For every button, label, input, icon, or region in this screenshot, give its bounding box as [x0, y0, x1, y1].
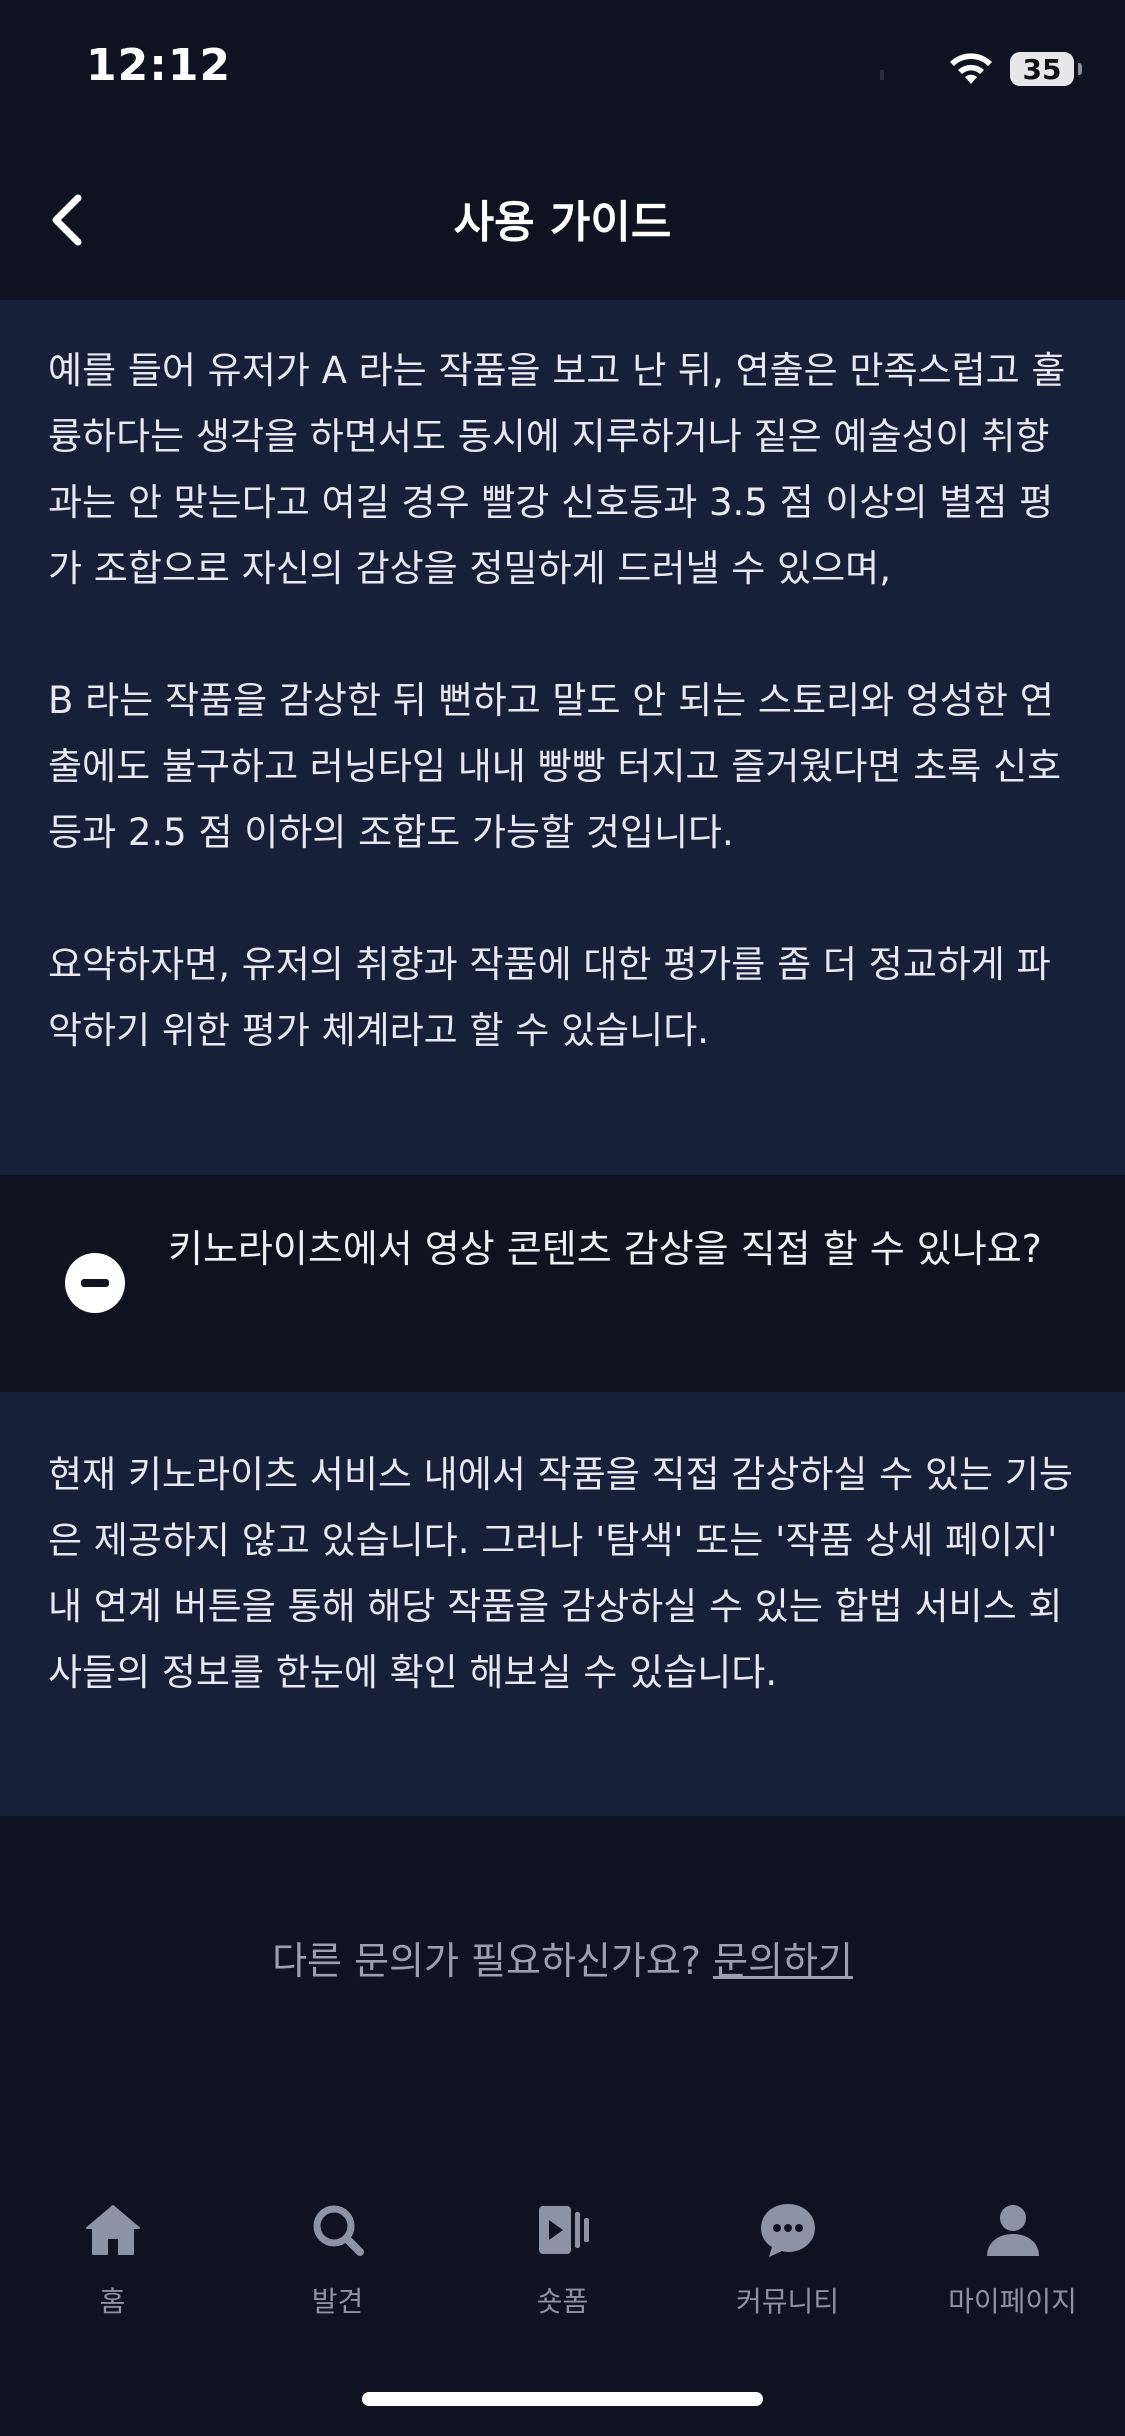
status-time: 12:12 — [86, 40, 232, 91]
shortform-icon — [538, 2206, 589, 2254]
battery-icon: 35 — [1010, 52, 1082, 86]
status-bar: 12:12 35 — [0, 0, 1125, 140]
inquiry-line: 다른 문의가 필요하신가요? 문의하기 — [0, 1930, 1125, 1985]
faq-question-row[interactable] — [0, 1176, 1125, 1392]
tab-label: 커뮤니티 — [735, 2285, 840, 2318]
faq-answer-panel: 예를 들어 유저가 A 라는 작품을 보고 난 뒤, 연출은 만족스럽고 훌륭하… — [0, 300, 1125, 1175]
home-icon — [85, 2205, 140, 2255]
tab-label: 홈 — [99, 2285, 126, 2318]
tab-home[interactable]: 홈 — [0, 2180, 225, 2320]
inquiry-link[interactable]: 문의하기 — [713, 1939, 853, 1983]
tab-label: 발견 — [311, 2285, 364, 2318]
collapse-icon[interactable] — [64, 1252, 126, 1314]
tab-label: 숏폼 — [536, 2285, 589, 2318]
faq-answer-panel: 현재 키노라이츠 서비스 내에서 작품을 직접 감상하실 수 있는 기능은 제공… — [0, 1392, 1125, 1816]
nav-header: 사용 가이드 — [0, 140, 1125, 300]
tab-mypage[interactable]: 마이페이지 — [900, 2180, 1125, 2320]
tab-bar: 홈 발견 숏폼 커뮤니티 마이페이지 — [0, 2180, 1125, 2320]
tab-discover[interactable]: 발견 — [225, 2180, 450, 2320]
tab-label: 마이페이지 — [948, 2285, 1077, 2318]
inquiry-prompt: 다른 문의가 필요하신가요? — [272, 1939, 701, 1983]
tab-community[interactable]: 커뮤니티 — [675, 2180, 900, 2320]
person-icon — [986, 2205, 1039, 2256]
search-icon — [313, 2205, 364, 2256]
answer-paragraph: 예를 들어 유저가 A 라는 작품을 보고 난 뒤, 연출은 만족스럽고 훌륭하… — [48, 349, 1066, 590]
page-title: 사용 가이드 — [453, 197, 672, 248]
wifi-icon — [950, 53, 992, 84]
answer-paragraph: B 라는 작품을 감상한 뒤 뻔하고 말도 안 되는 스토리와 엉성한 연출에도… — [48, 679, 1062, 854]
answer-paragraph: 요약하자면, 유저의 취향과 작품에 대한 평가를 좀 더 정교하게 파악하기 … — [48, 943, 1051, 1052]
tab-shortform[interactable]: 숏폼 — [450, 2180, 675, 2320]
faq-question-text[interactable]: 키노라이츠에서 영상 콘텐츠 감상을 직접 할 수 있나요? — [168, 1216, 1078, 1282]
chat-bubble-icon — [760, 2204, 815, 2257]
cellular-signal-icon — [880, 64, 890, 80]
answer-paragraph: 현재 키노라이츠 서비스 내에서 작품을 직접 감상하실 수 있는 기능은 제공… — [48, 1453, 1073, 1694]
home-indicator — [362, 2392, 763, 2406]
